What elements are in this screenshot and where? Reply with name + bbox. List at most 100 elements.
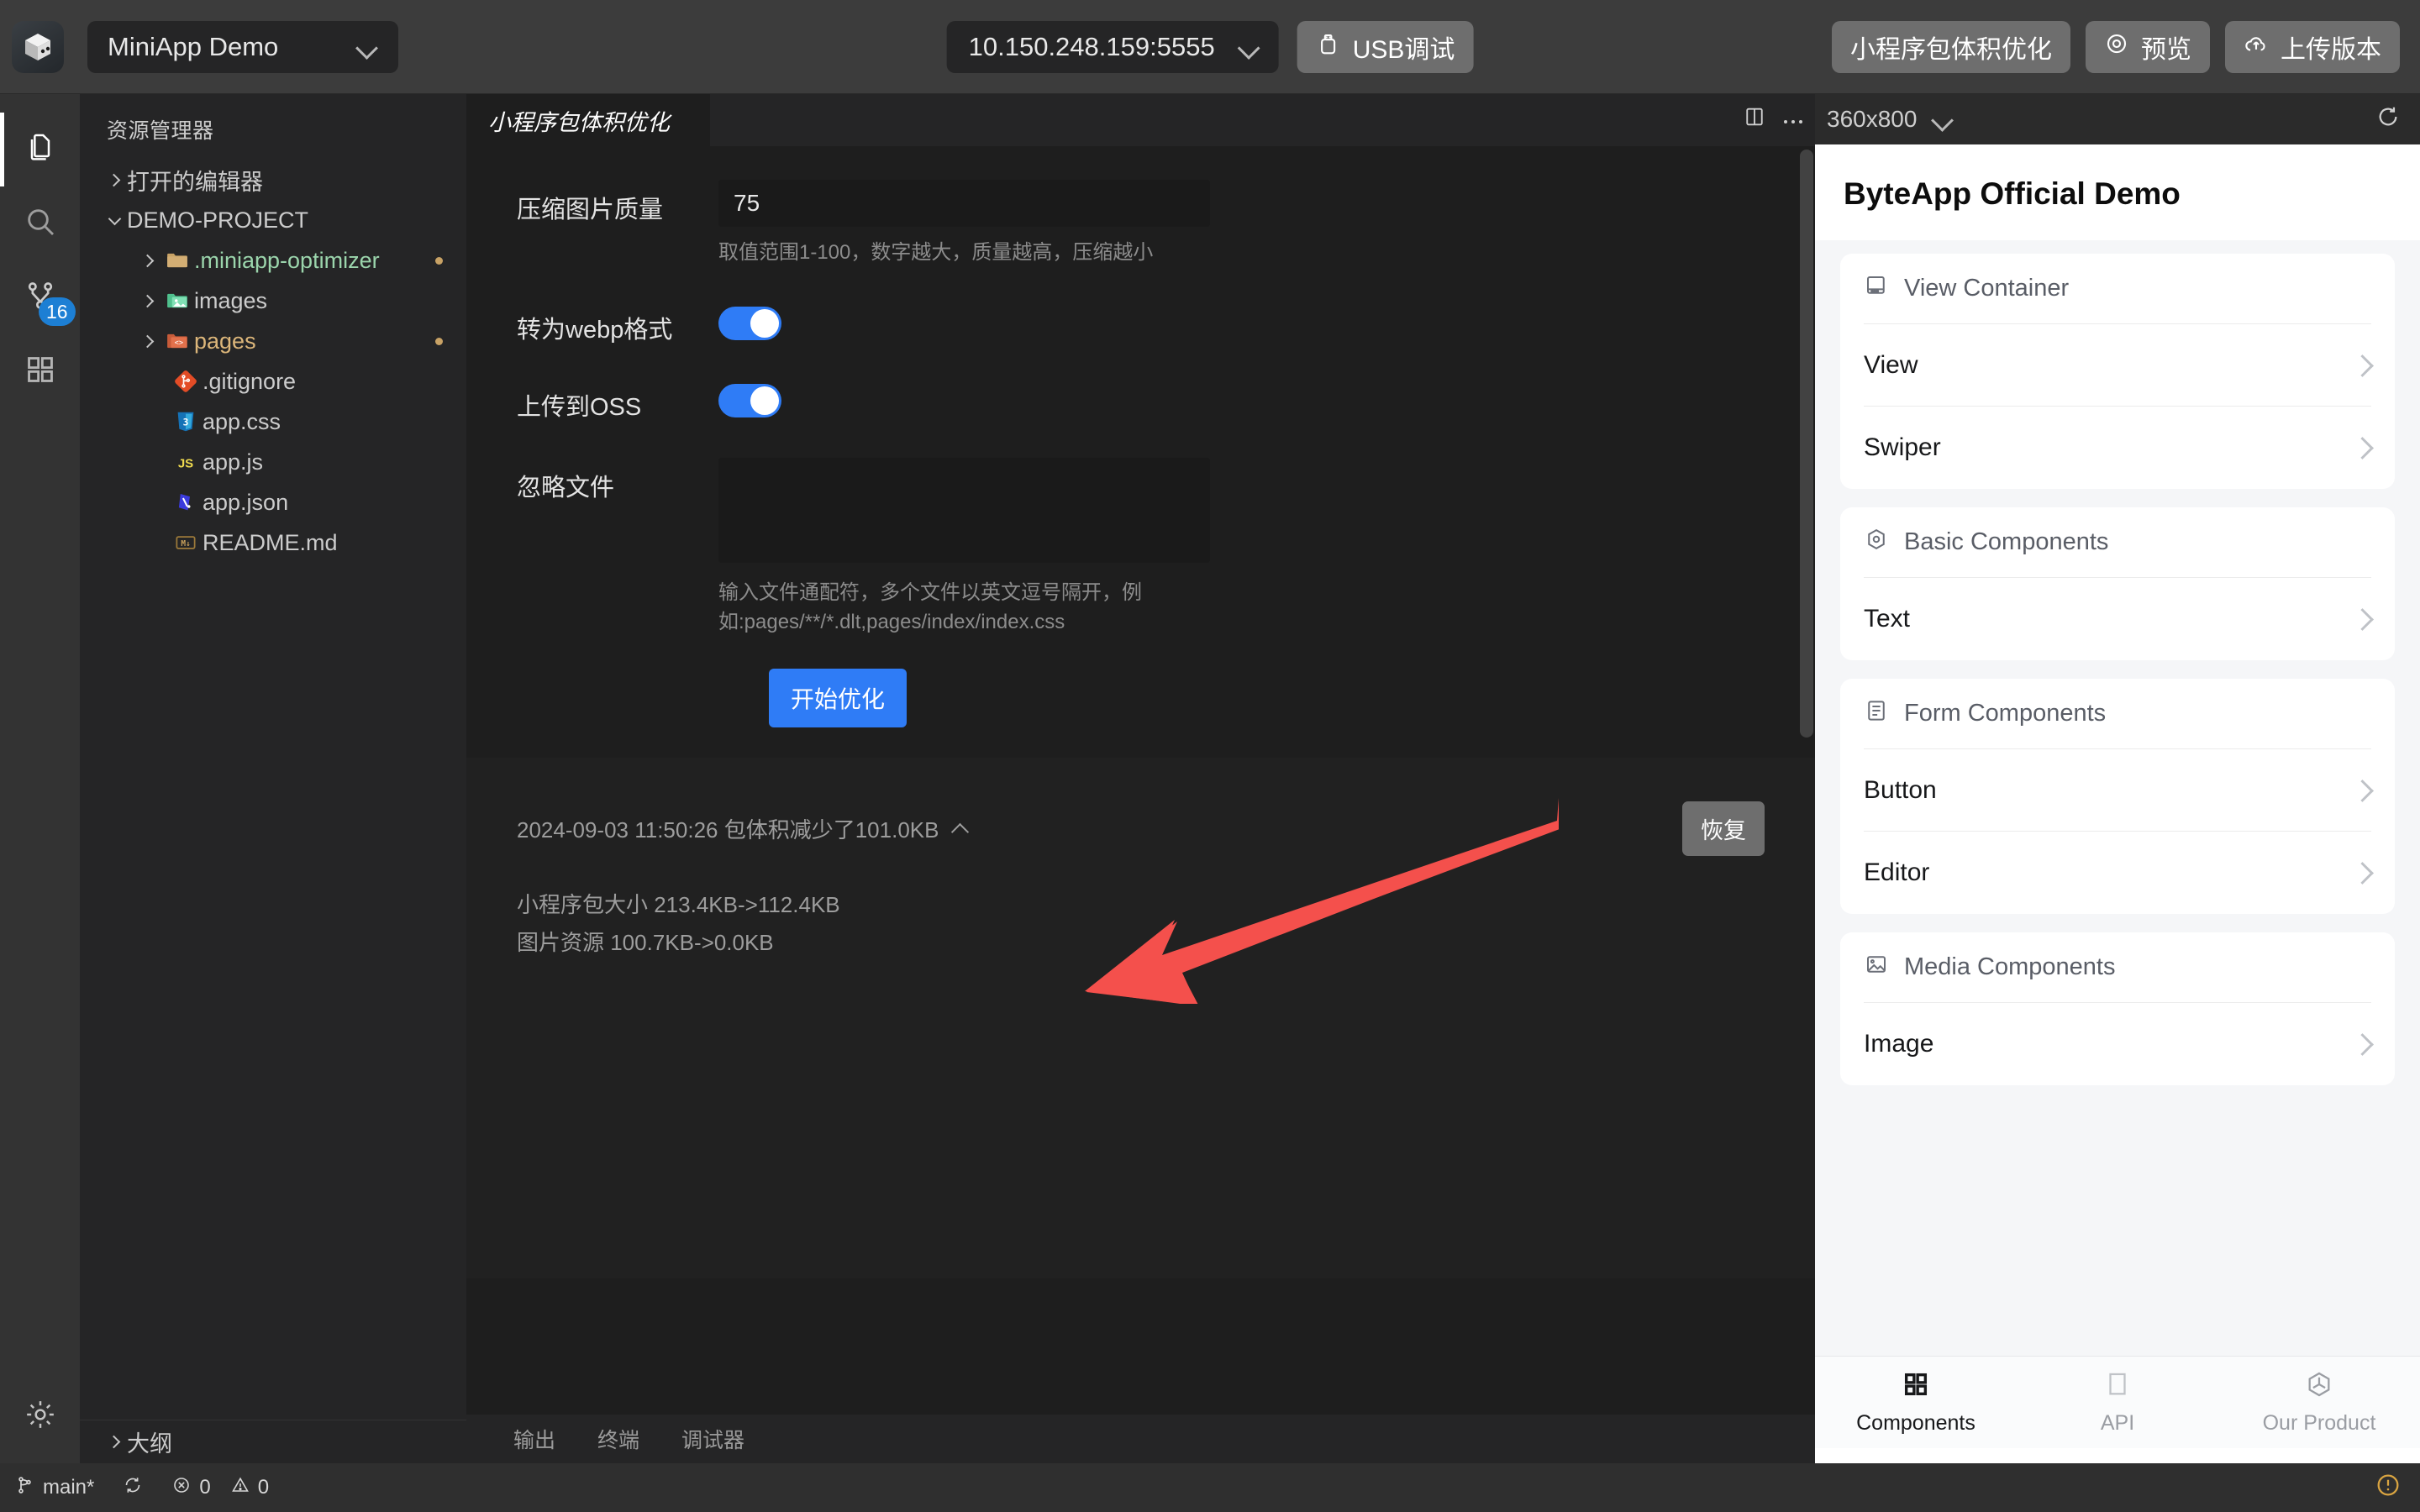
titlebar-center-group: 10.150.248.159:5555 USB调试	[946, 20, 1474, 73]
list-item-swiper[interactable]: Swiper	[1864, 407, 2371, 489]
result-detail-lines: 小程序包大小 213.4KB->112.4KB 图片资源 100.7KB->0.…	[517, 886, 1765, 961]
folder-icon	[160, 248, 194, 273]
usb-debug-button[interactable]: USB调试	[1297, 20, 1474, 73]
list-item-image[interactable]: Image	[1864, 1003, 2371, 1085]
refresh-icon[interactable]	[2375, 103, 2402, 136]
miniapp-scroll-area: View Container View Swiper Basic Compone…	[1815, 240, 2420, 1356]
preview-panel: 360x800 ByteApp Official Demo View Conta…	[1746, 94, 2420, 1463]
tree-item-miniapp-optimizer[interactable]: .miniapp-optimizer	[80, 240, 466, 281]
split-layout-icon[interactable]	[1743, 105, 1766, 134]
tree-item-app-json[interactable]: app.json	[80, 482, 466, 522]
quality-input[interactable]	[718, 180, 1210, 227]
panel-tab-output[interactable]: 输出	[513, 1424, 555, 1454]
tree-item-app-css[interactable]: 3 app.css	[80, 402, 466, 442]
tab-package-optimize[interactable]: 小程序包体积优化	[466, 94, 710, 146]
tab-components[interactable]: Components	[1815, 1370, 2017, 1436]
files-icon	[24, 131, 57, 169]
file-label: pages	[194, 328, 256, 354]
list-item-label: Button	[1864, 775, 1937, 804]
svg-text:M↓: M↓	[181, 539, 190, 549]
field-oss: 上传到OSS	[466, 377, 1815, 423]
sidebar-item-source-control[interactable]: 16	[0, 260, 80, 334]
device-address: 10.150.248.159:5555	[968, 31, 1215, 61]
chevron-right-icon	[102, 173, 127, 186]
list-item-button[interactable]: Button	[1864, 749, 2371, 832]
ignore-textarea[interactable]	[718, 457, 1210, 563]
warning-count: 0	[257, 1476, 270, 1499]
restore-button[interactable]: 恢复	[1682, 801, 1765, 857]
package-optimize-button[interactable]: 小程序包体积优化	[1832, 20, 2070, 73]
package-optimize-label: 小程序包体积优化	[1850, 35, 2052, 64]
tree-item-readme[interactable]: M↓ README.md	[80, 522, 466, 563]
ellipsis-icon[interactable]	[1781, 106, 1805, 133]
error-icon	[171, 1475, 192, 1501]
section-header: Media Components	[1864, 932, 2371, 1003]
quality-label: 压缩图片质量	[517, 197, 664, 223]
cube-logo-icon	[12, 20, 64, 73]
upload-cloud-icon	[2244, 31, 2269, 63]
chevron-right-icon	[135, 254, 160, 267]
tree-outline[interactable]: 大纲	[80, 1420, 466, 1463]
project-selector[interactable]: MiniApp Demo	[87, 20, 398, 73]
miniapp-tab-bar: Components API Our Product	[1815, 1356, 2420, 1448]
extensions-icon	[24, 354, 56, 390]
project-name: MiniApp Demo	[108, 31, 279, 61]
chevron-down-icon[interactable]	[1932, 108, 1954, 130]
list-item-text[interactable]: Text	[1864, 578, 2371, 660]
chevron-right-icon	[2353, 356, 2371, 375]
preview-size-value[interactable]: 360x800	[1827, 106, 1917, 133]
sidebar-item-search[interactable]	[0, 186, 80, 260]
preview-toolbar: 360x800	[1746, 94, 2420, 144]
tree-item-gitignore[interactable]: .gitignore	[80, 361, 466, 402]
main-body: 16 资源管理器 打开的编辑器 DEMO-PROJECT .miniapp-op…	[0, 94, 2420, 1463]
panel-tab-terminal[interactable]: 终端	[597, 1424, 639, 1454]
start-optimize-button[interactable]: 开始优化	[769, 669, 908, 728]
caret-up-icon[interactable]	[952, 821, 969, 837]
upload-version-button[interactable]: 上传版本	[2225, 20, 2400, 73]
folder-code-icon: <>	[160, 328, 194, 354]
branch-name: main*	[43, 1476, 95, 1499]
editor-scrollbar[interactable]	[1800, 150, 1813, 738]
file-tree: 打开的编辑器 DEMO-PROJECT .miniapp-optimizer i…	[80, 160, 466, 1420]
status-branch[interactable]: main*	[15, 1475, 94, 1501]
list-item-editor[interactable]: Editor	[1864, 832, 2371, 914]
tree-item-images[interactable]: images	[80, 281, 466, 321]
panel-tab-debugger[interactable]: 调试器	[681, 1424, 744, 1454]
error-count: 0	[199, 1476, 211, 1499]
tree-project-root[interactable]: DEMO-PROJECT	[80, 200, 466, 240]
oss-toggle[interactable]	[718, 383, 781, 417]
device-address-selector[interactable]: 10.150.248.159:5555	[946, 20, 1279, 73]
project-root-label: DEMO-PROJECT	[127, 207, 308, 233]
tree-item-pages[interactable]: <> pages	[80, 321, 466, 361]
webp-toggle[interactable]	[718, 306, 781, 340]
tree-open-editors[interactable]: 打开的编辑器	[80, 160, 466, 200]
explorer-title: 资源管理器	[107, 119, 214, 143]
tab-api[interactable]: API	[2017, 1370, 2218, 1436]
sidebar-item-extensions[interactable]	[0, 334, 80, 408]
result-timestamp-row[interactable]: 2024-09-03 11:50:26 包体积减少了101.0KB	[517, 813, 969, 844]
git-branch-icon	[15, 1475, 35, 1501]
svg-text:JS: JS	[178, 456, 193, 470]
warning-icon	[230, 1475, 250, 1501]
chevron-right-icon	[135, 294, 160, 307]
status-notification[interactable]	[2375, 1472, 2402, 1504]
status-problems[interactable]: 0 0	[171, 1475, 269, 1501]
result-header: 2024-09-03 11:50:26 包体积减少了101.0KB 恢复	[517, 801, 1765, 857]
open-editors-label: 打开的编辑器	[127, 169, 263, 195]
list-item-view[interactable]: View	[1864, 324, 2371, 407]
usb-icon	[1316, 31, 1341, 63]
ignore-hint: 输入文件通配符，多个文件以英文逗号隔开，例如:pages/**/*.dlt,pa…	[718, 580, 1142, 633]
preview-button[interactable]: 预览	[2086, 20, 2210, 73]
tree-item-app-js[interactable]: JS app.js	[80, 442, 466, 482]
list-item-label: View	[1864, 350, 1918, 379]
chevron-right-icon	[102, 1435, 127, 1449]
oss-label: 上传到OSS	[517, 393, 642, 421]
file-label: .gitignore	[203, 368, 297, 394]
settings-gear-button[interactable]	[0, 1389, 80, 1463]
sidebar-item-explorer[interactable]	[0, 113, 80, 186]
status-sync[interactable]	[123, 1475, 143, 1501]
phone-preview: ByteApp Official Demo View Container Vie…	[1815, 144, 2420, 1463]
file-label: app.css	[203, 408, 281, 434]
ignore-label: 忽略文件	[517, 474, 615, 501]
tab-our-product[interactable]: Our Product	[2218, 1370, 2420, 1436]
